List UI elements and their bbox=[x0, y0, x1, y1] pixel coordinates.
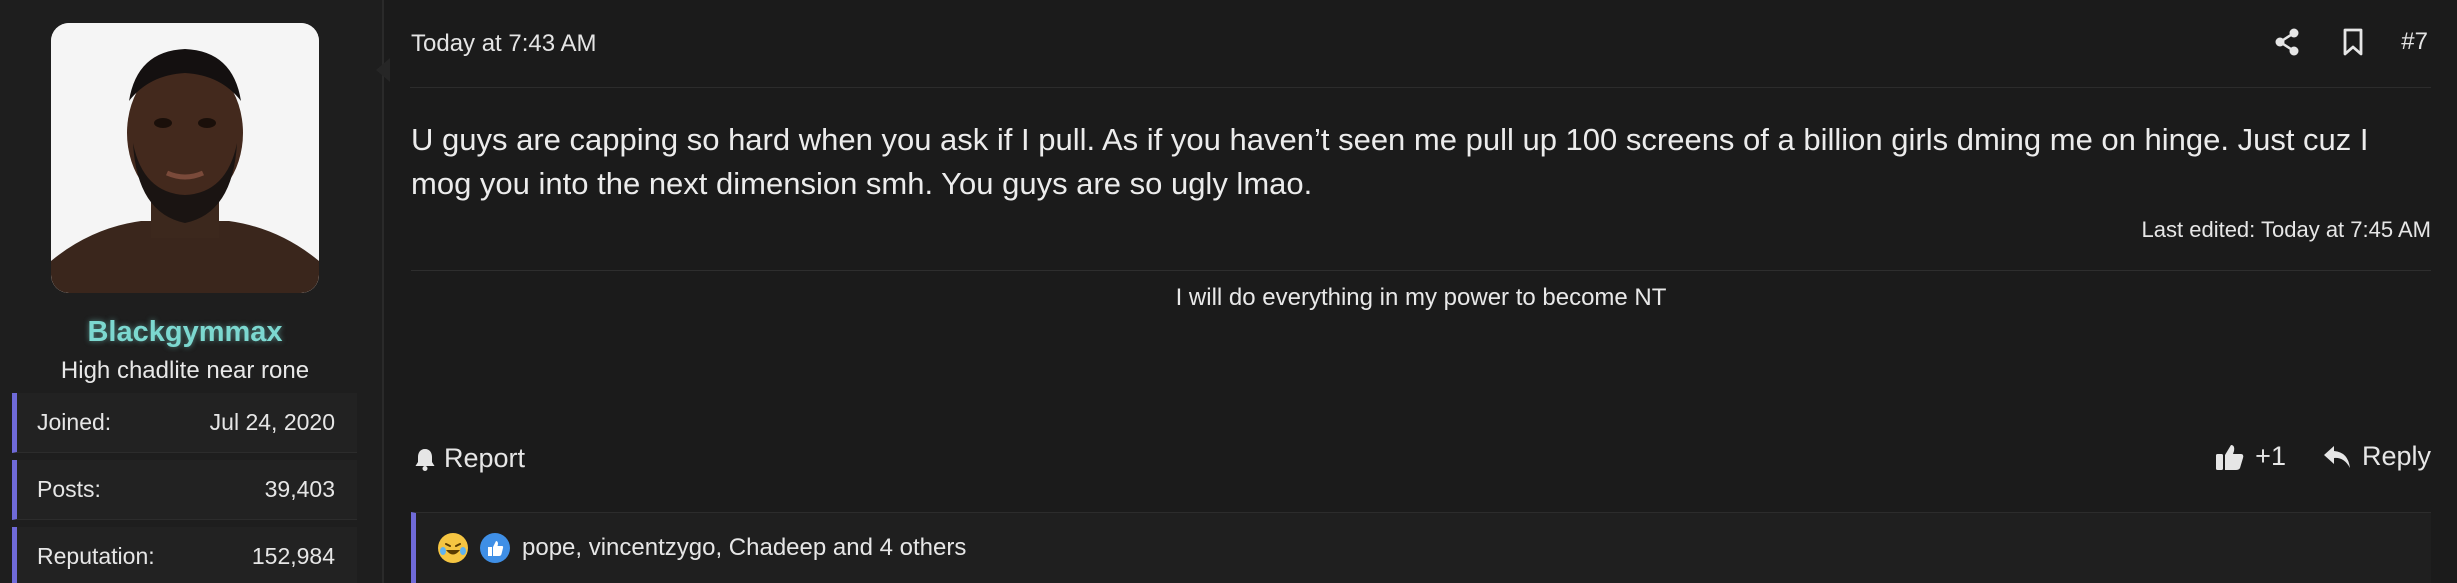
reply-arrow-icon bbox=[2323, 445, 2350, 468]
reply-button[interactable]: Reply bbox=[2322, 441, 2431, 472]
reactions-bar[interactable]: pope, vincentzygo, Chadeep and 4 others bbox=[411, 512, 2431, 583]
laughing-crying-icon bbox=[438, 533, 468, 563]
last-edited-note: Last edited: Today at 7:45 AM bbox=[2141, 217, 2431, 242]
stat-value: Jul 24, 2020 bbox=[209, 409, 335, 435]
bell-icon bbox=[415, 448, 435, 471]
post-actions: #7 bbox=[2269, 24, 2431, 60]
forum-post: Blackgymmax High chadlite near rone Join… bbox=[0, 0, 2457, 583]
post-number-link[interactable]: #7 bbox=[2401, 28, 2431, 56]
like-count: +1 bbox=[2255, 441, 2286, 471]
post-timestamp[interactable]: Today at 7:43 AM bbox=[411, 30, 596, 58]
bookmark-button[interactable] bbox=[2335, 24, 2371, 60]
like-button[interactable]: +1 bbox=[2215, 441, 2286, 472]
stat-label: Reputation: bbox=[37, 543, 155, 569]
stat-reputation: Reputation: 152,984 bbox=[12, 527, 357, 583]
username[interactable]: Blackgymmax bbox=[0, 316, 370, 349]
user-sidebar: Blackgymmax High chadlite near rone Join… bbox=[0, 0, 384, 583]
thumbs-up-icon bbox=[2216, 444, 2244, 470]
message-arrow bbox=[376, 58, 390, 82]
signature-divider bbox=[411, 270, 2431, 271]
share-button[interactable] bbox=[2269, 24, 2305, 60]
report-button[interactable]: Report bbox=[414, 443, 525, 474]
reactions-text[interactable]: pope, vincentzygo, Chadeep and 4 others bbox=[522, 534, 966, 562]
post-footer-actions: +1 Reply bbox=[2215, 441, 2431, 472]
stat-joined: Joined: Jul 24, 2020 bbox=[12, 393, 357, 453]
signature: I will do everything in my power to beco… bbox=[1175, 284, 1667, 311]
stat-value: 152,984 bbox=[251, 543, 335, 569]
share-icon bbox=[2275, 28, 2299, 56]
report-label: Report bbox=[444, 443, 526, 473]
stat-posts: Posts: 39,403 bbox=[12, 460, 357, 520]
avatar[interactable] bbox=[51, 23, 319, 293]
stat-label: Joined: bbox=[37, 409, 112, 435]
reply-label: Reply bbox=[2361, 441, 2431, 471]
message-cell: Today at 7:43 AM #7 U guys are capping s… bbox=[376, 0, 2457, 583]
avatar-image bbox=[51, 23, 319, 293]
bookmark-icon bbox=[2343, 28, 2363, 56]
user-title: High chadlite near rone bbox=[60, 357, 310, 384]
stat-label: Posts: bbox=[37, 476, 101, 502]
like-reaction-icon bbox=[480, 533, 510, 563]
user-stats: Joined: Jul 24, 2020 Posts: 39,403 Reput… bbox=[12, 393, 357, 583]
message-attribution: Today at 7:43 AM #7 bbox=[410, 0, 2431, 88]
message-body: U guys are capping so hard when you ask … bbox=[411, 122, 2369, 201]
stat-value[interactable]: 39,403 bbox=[265, 476, 335, 503]
